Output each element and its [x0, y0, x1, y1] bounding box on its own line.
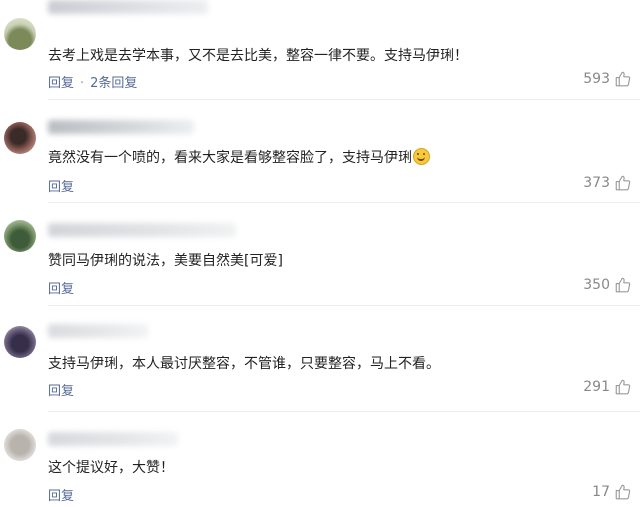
username-blurred — [48, 0, 208, 14]
comment-actions: 回复 — [48, 278, 74, 297]
comment-text: 去考上戏是去学本事，又不是去比美，整容一律不要。支持马伊琍！ — [48, 48, 468, 64]
thumbs-up-icon — [615, 379, 631, 395]
comment-text: 竟然没有一个喷的，看来大家是看够整容脸了，支持马伊琍 — [48, 148, 620, 168]
like-button[interactable]: 17 — [592, 483, 632, 501]
avatar[interactable] — [4, 326, 36, 358]
comment-text: 赞同马伊琍的说法，美要自然美[可爱] — [48, 253, 283, 269]
comment-item: 去考上戏是去学本事，又不是去比美，整容一律不要。支持马伊琍！ 回复 · 2条回复 5… — [0, 0, 640, 100]
username-blurred — [48, 120, 194, 134]
comment-actions: 回复 — [48, 380, 74, 399]
username-blurred — [48, 223, 236, 237]
like-count: 593 — [583, 71, 610, 87]
thumbs-up-icon — [615, 484, 631, 500]
comment-item: 赞同马伊琍的说法，美要自然美[可爱] 回复 350 — [0, 203, 640, 306]
like-count: 350 — [583, 277, 610, 293]
like-button[interactable]: 350 — [583, 276, 632, 294]
thumbs-up-icon — [615, 277, 631, 293]
like-button[interactable]: 373 — [583, 174, 632, 192]
reply-button[interactable]: 回复 — [48, 384, 74, 399]
comment-item: 支持马伊琍，本人最讨厌整容，不管谁，只要整容，马上不看。 回复 291 — [0, 306, 640, 412]
avatar[interactable] — [4, 122, 36, 154]
like-button[interactable]: 593 — [583, 70, 632, 88]
smile-emoji — [413, 148, 430, 165]
comment-actions: 回复 — [48, 485, 74, 504]
like-count: 291 — [583, 379, 610, 395]
thumbs-up-icon — [615, 71, 631, 87]
comment-item: 竟然没有一个喷的，看来大家是看够整容脸了，支持马伊琍 回复 373 — [0, 100, 640, 203]
comment-text-body: 竟然没有一个喷的，看来大家是看够整容脸了，支持马伊琍 — [48, 150, 412, 166]
avatar[interactable] — [4, 220, 36, 252]
avatar[interactable] — [4, 18, 36, 50]
reply-button[interactable]: 回复 — [48, 180, 74, 195]
reply-button[interactable]: 回复 — [48, 76, 74, 91]
like-count: 373 — [583, 175, 610, 191]
username-blurred — [48, 324, 148, 338]
comment-actions: 回复 · 2条回复 — [48, 72, 137, 91]
username-blurred — [48, 432, 178, 446]
comment-actions: 回复 — [48, 176, 74, 195]
comment-item: 这个提议好，大赞！ 回复 17 — [0, 412, 640, 507]
thumbs-up-icon — [615, 175, 631, 191]
comment-text: 这个提议好，大赞！ — [48, 460, 174, 476]
reply-button[interactable]: 回复 — [48, 489, 74, 504]
view-replies-button[interactable]: 2条回复 — [90, 76, 137, 91]
like-count: 17 — [592, 484, 610, 500]
like-button[interactable]: 291 — [583, 378, 632, 396]
separator: · — [80, 76, 85, 91]
reply-button[interactable]: 回复 — [48, 282, 74, 297]
comment-text: 支持马伊琍，本人最讨厌整容，不管谁，只要整容，马上不看。 — [48, 356, 440, 372]
avatar[interactable] — [4, 429, 36, 461]
